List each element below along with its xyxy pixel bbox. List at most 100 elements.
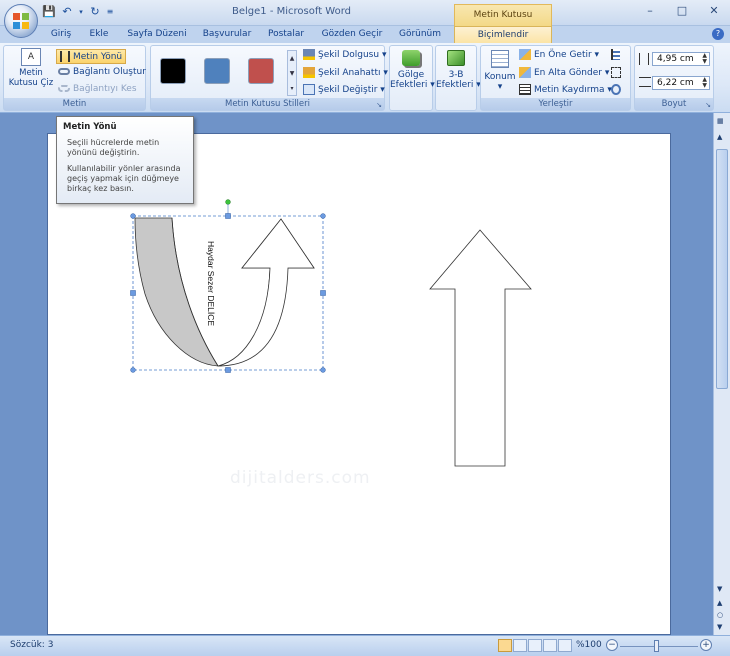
ribbon-tabs: Giriş Ekle Sayfa Düzeni Başvurular Posta… [0, 26, 730, 43]
break-link-button: Bağlantıyı Kes [58, 84, 137, 94]
zoom-level[interactable]: %100 [576, 640, 602, 650]
text-wrap-button[interactable]: Metin Kaydırma ▾ [519, 84, 612, 95]
close-button[interactable]: ✕ [698, 0, 730, 22]
link-icon [58, 68, 70, 75]
bring-front-icon [519, 49, 531, 60]
save-icon[interactable]: 💾 [42, 5, 56, 19]
help-icon[interactable]: ? [712, 28, 724, 40]
dialog-launcher-icon[interactable]: ↘ [376, 101, 382, 109]
tab-giris[interactable]: Giriş [44, 26, 78, 43]
width-field[interactable]: 6,22 cm ▲ ▼ [652, 76, 710, 90]
draft-view-icon[interactable] [558, 639, 572, 652]
send-to-back-button[interactable]: En Alta Gönder ▾ [519, 67, 609, 78]
shadow-effects-button[interactable]: Gölge Efektleri ▾ [390, 50, 435, 90]
office-button[interactable] [4, 4, 38, 38]
textbox-vertical-text[interactable]: Haydar Sezer DELİCE [206, 241, 216, 326]
full-screen-reading-view-icon[interactable] [513, 639, 527, 652]
tooltip-line-1: Seçili hücrelerde metin yönünü değiştiri… [67, 138, 160, 157]
vertical-scrollbar[interactable]: ▦ ▲ ▼ ▲ ○ ▼ [713, 113, 730, 635]
scroll-down-icon[interactable]: ▼ [717, 585, 722, 593]
group-3d-effects: 3-B Efektleri ▾ [435, 45, 481, 111]
pencil-icon [303, 67, 315, 78]
zoom-slider-knob[interactable] [654, 640, 659, 652]
tab-gozden-gecir[interactable]: Gözden Geçir [318, 26, 386, 43]
resize-handle-sw[interactable] [130, 367, 136, 373]
textbox-icon: A [21, 48, 41, 66]
undo-icon[interactable]: ↶ [60, 5, 74, 19]
tab-basvurular[interactable]: Başvurular [198, 26, 256, 43]
create-link-button[interactable]: Bağlantı Oluştur [58, 67, 146, 77]
change-shape-button[interactable]: Şekil Değiştir ▾ [303, 84, 385, 95]
zoom-slider-track[interactable] [620, 646, 698, 647]
quick-access-toolbar: 💾 ↶ ▾ ↻ ≡ [42, 5, 114, 19]
watermark: dijitalders.com [230, 468, 371, 488]
shape-outline-button[interactable]: Şekil Anahattı ▾ [303, 67, 388, 78]
draw-textbox-button[interactable]: A Metin Kutusu Çiz [8, 48, 54, 98]
web-layout-view-icon[interactable] [528, 639, 542, 652]
style-swatch-red[interactable] [248, 58, 274, 84]
document-page[interactable]: Haydar Sezer DELİCE [47, 133, 671, 635]
tab-sayfa-duzeni[interactable]: Sayfa Düzeni [124, 26, 190, 43]
tab-bicimlendir[interactable]: Biçimlendir [454, 26, 552, 43]
resize-handle-e[interactable] [320, 290, 326, 296]
minimize-button[interactable]: – [634, 0, 666, 22]
curved-arrow-head[interactable] [217, 218, 315, 367]
office-logo-icon [13, 13, 30, 30]
rotate-handle[interactable] [225, 199, 231, 205]
customize-qat-icon[interactable]: ≡ [106, 5, 114, 19]
resize-handle-w[interactable] [130, 290, 136, 296]
word-count[interactable]: Sözcük: 3 [10, 640, 53, 650]
width-spinner-icon[interactable]: ▲ ▼ [702, 77, 707, 89]
zoom-out-icon[interactable]: − [606, 639, 618, 651]
shape-fill-button[interactable]: Şekil Dolgusu ▾ [303, 49, 386, 60]
align-icon [611, 49, 620, 60]
resize-handle-s[interactable] [225, 367, 231, 373]
browse-object-icon[interactable]: ○ [717, 611, 723, 619]
send-back-icon [519, 67, 531, 78]
undo-dropdown-icon[interactable]: ▾ [78, 5, 84, 19]
group-textbox-styles: ▲ ▼ ▾ Şekil Dolgusu ▾ Şekil Anahattı ▾ Şek… [150, 45, 388, 111]
bring-to-front-button[interactable]: En Öne Getir ▾ [519, 49, 599, 60]
text-direction-button[interactable]: Metin Yönü [56, 49, 127, 64]
group-objects-button[interactable] [611, 67, 624, 78]
up-arrow-shape[interactable] [429, 229, 532, 467]
align-button[interactable] [611, 49, 623, 60]
tab-gorunum[interactable]: Görünüm [394, 26, 446, 43]
styles-gallery-scroll[interactable]: ▲ ▼ ▾ [287, 50, 297, 96]
group-size: 4,95 cm ▲ ▼ 6,22 cm ▲ ▼ Boyut ↘ [634, 45, 714, 111]
scrollbar-thumb[interactable] [716, 149, 728, 389]
redo-icon[interactable]: ↻ [88, 5, 102, 19]
outline-view-icon[interactable] [543, 639, 557, 652]
style-swatch-blue[interactable] [204, 58, 230, 84]
contextual-tab-group: Metin Kutusu Araçları [454, 4, 552, 40]
group-label-styles: Metin Kutusu Stilleri [151, 98, 384, 110]
style-swatch-black[interactable] [160, 58, 186, 84]
tab-postalar[interactable]: Postalar [264, 26, 308, 43]
rotate-button[interactable] [611, 84, 624, 95]
previous-page-icon[interactable]: ▲ [717, 599, 722, 607]
ruler-toggle-icon[interactable]: ▦ [717, 117, 724, 125]
height-spinner-icon[interactable]: ▲ ▼ [702, 53, 707, 65]
print-layout-view-icon[interactable] [498, 639, 512, 652]
break-link-icon [58, 85, 70, 92]
next-page-icon[interactable]: ▼ [717, 623, 722, 631]
scroll-up-icon[interactable]: ▲ [717, 133, 722, 141]
text-direction-icon [60, 51, 70, 62]
3d-effects-button[interactable]: 3-B Efektleri ▾ [436, 50, 481, 90]
3d-cube-icon [447, 50, 465, 66]
resize-handle-n[interactable] [225, 213, 231, 219]
group-icon [611, 67, 621, 78]
height-field[interactable]: 4,95 cm ▲ ▼ [652, 52, 710, 66]
maximize-button[interactable]: □ [666, 0, 698, 22]
status-bar: Sözcük: 3 %100 − + [0, 635, 730, 656]
size-dialog-launcher-icon[interactable]: ↘ [705, 101, 711, 109]
position-button[interactable]: Konum ▾ [483, 50, 517, 92]
tab-ekle[interactable]: Ekle [82, 26, 116, 43]
group-label-metin: Metin [4, 98, 145, 110]
resize-handle-ne[interactable] [320, 213, 326, 219]
resize-handle-se[interactable] [320, 367, 326, 373]
change-shape-icon [303, 84, 315, 95]
zoom-in-icon[interactable]: + [700, 639, 712, 651]
paint-bucket-icon [303, 49, 315, 60]
resize-handle-nw[interactable] [130, 213, 136, 219]
